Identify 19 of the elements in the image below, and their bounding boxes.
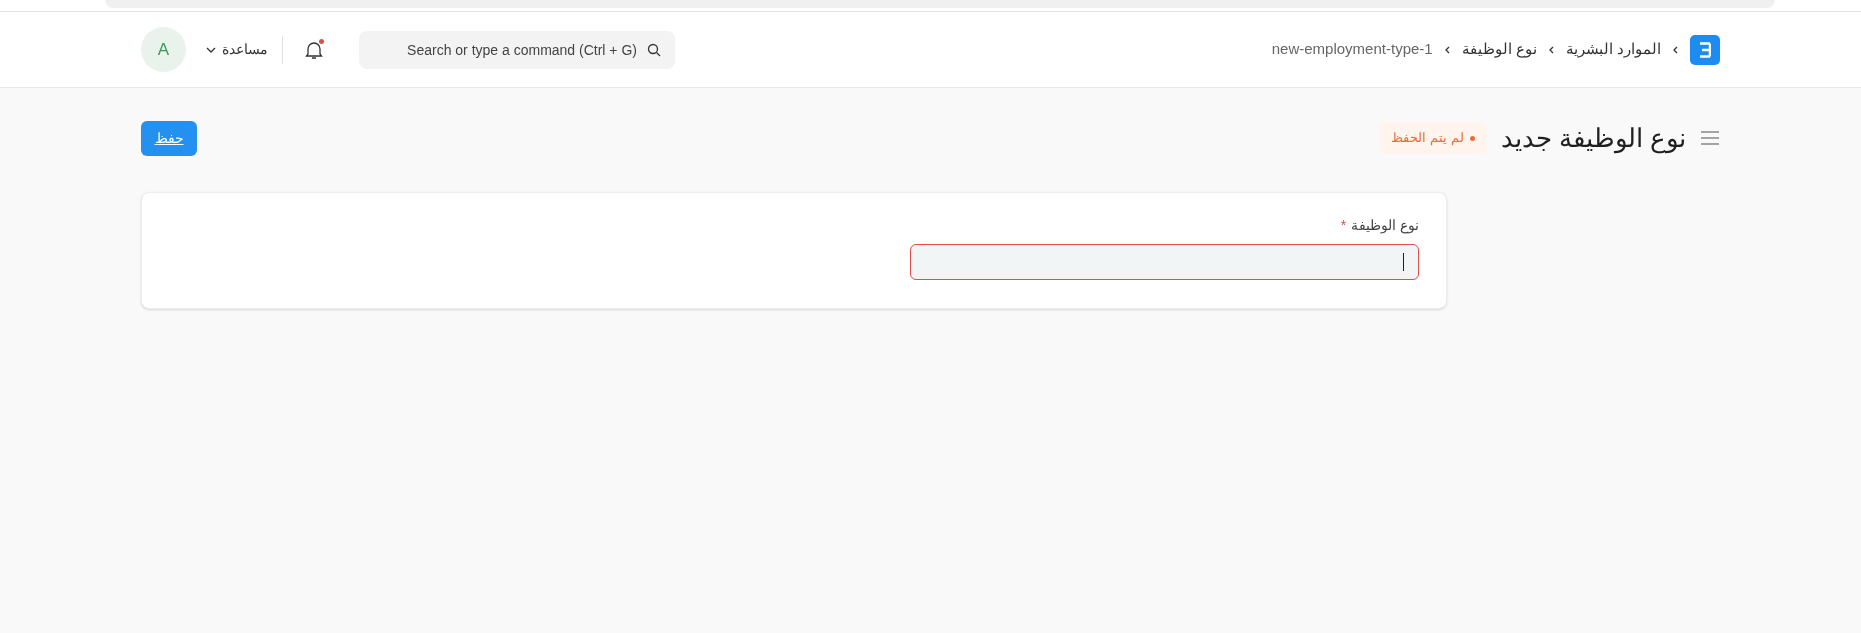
breadcrumb-link[interactable]: new-employment-type-1	[1271, 38, 1433, 61]
breadcrumb-link[interactable]: نوع الوظيفة	[1461, 38, 1537, 61]
logo-icon	[1699, 41, 1711, 58]
chevron-left-icon	[1444, 45, 1450, 54]
bell-icon	[305, 39, 323, 60]
search-field[interactable]: Search or type a command (Ctrl + G)	[359, 30, 675, 69]
chevron-left-icon	[1548, 45, 1554, 54]
notification-button[interactable]	[303, 37, 325, 62]
chevron-left-icon	[1673, 45, 1678, 54]
search-icon	[647, 42, 661, 57]
breadcrumb-link[interactable]: الموارد البشرية	[1565, 38, 1661, 61]
required-mark: *	[1340, 216, 1347, 235]
page-title: نوع الوظيفة جديد	[1500, 121, 1686, 156]
field-label: نوع الوظيفة	[1351, 216, 1419, 236]
status-text: لم يتم الحفظ	[1391, 129, 1464, 148]
app-logo[interactable]	[1690, 34, 1720, 65]
help-dropdown[interactable]: مساعدة	[206, 39, 268, 60]
input-field[interactable]	[910, 244, 1419, 280]
menu-icon[interactable]	[1700, 130, 1720, 146]
